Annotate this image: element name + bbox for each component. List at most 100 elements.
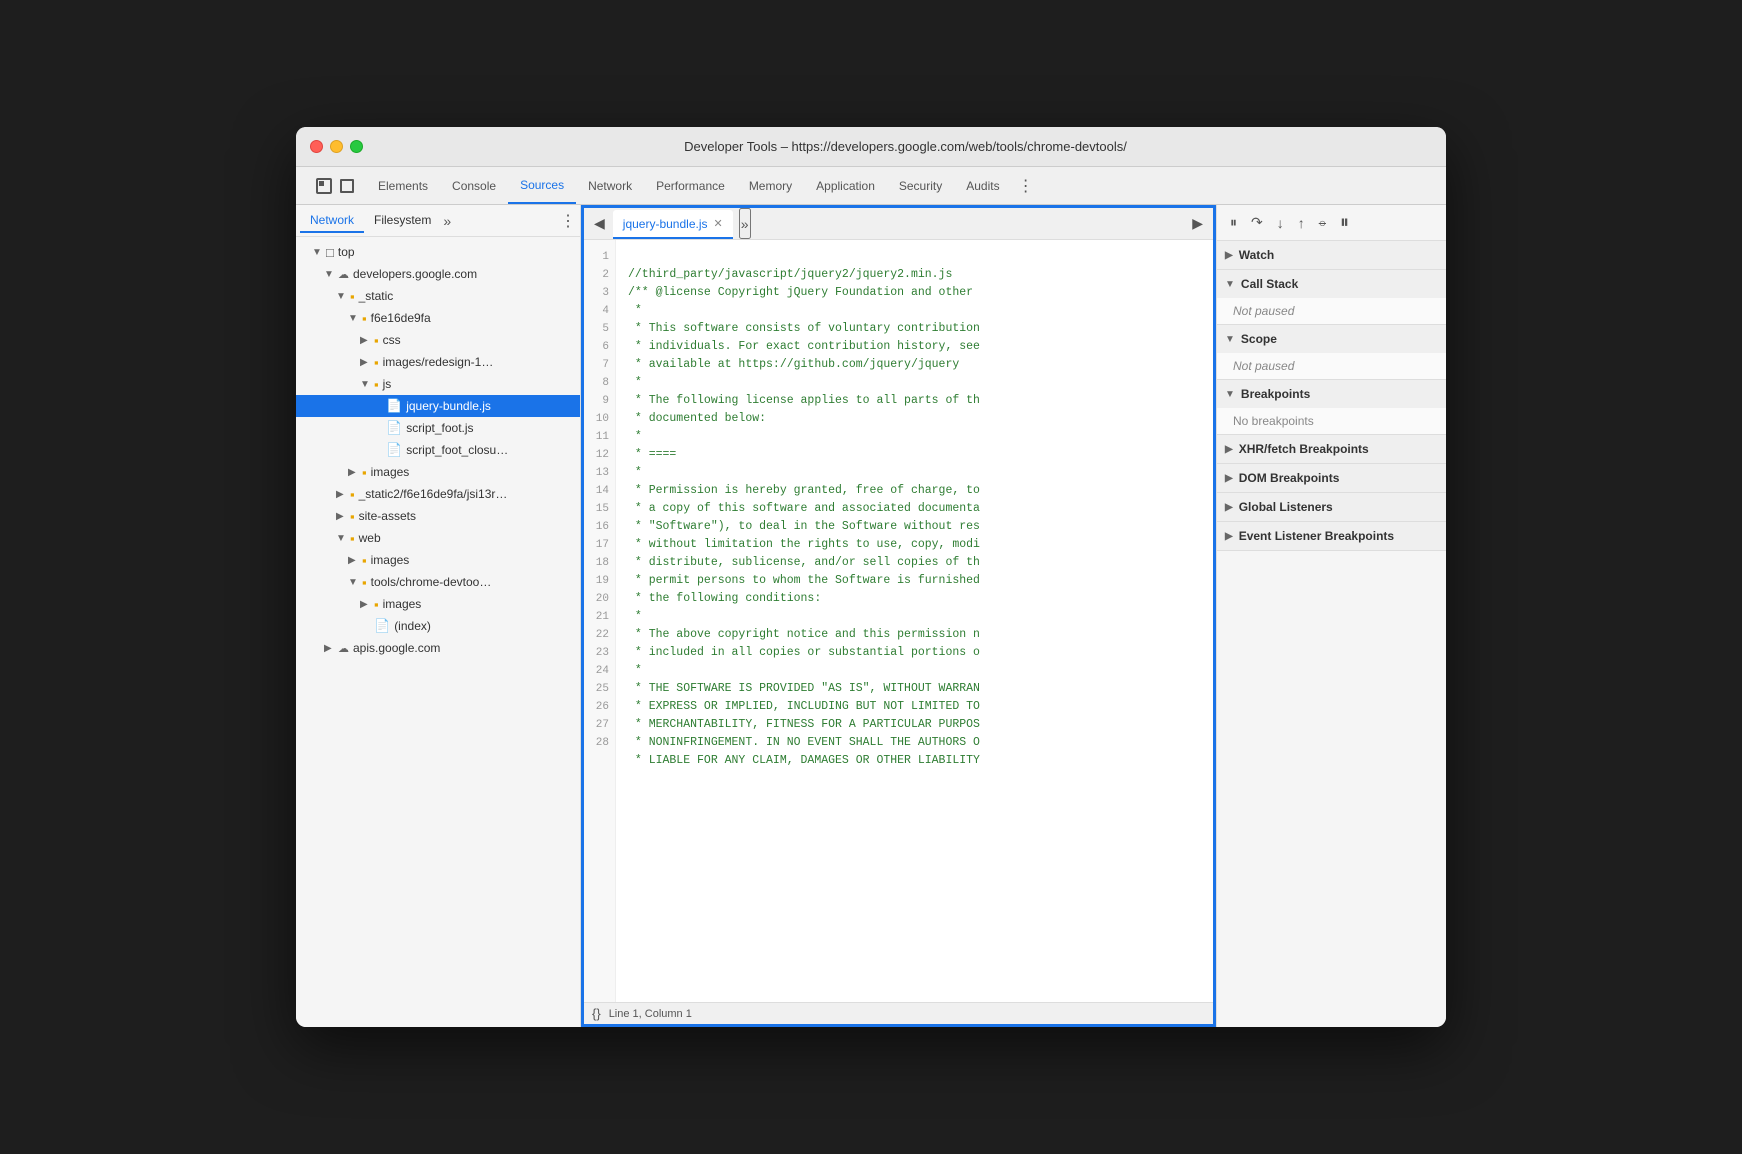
- minimize-button[interactable]: [330, 140, 343, 153]
- pause-exceptions-button[interactable]: ⏸: [1335, 209, 1354, 236]
- tree-label-web-images: images: [371, 553, 410, 567]
- scope-label: Scope: [1241, 332, 1277, 346]
- folder-icon-static2: ▪: [350, 487, 355, 502]
- breakpoints-header[interactable]: ▼ Breakpoints: [1217, 380, 1446, 408]
- tree-item-site-assets[interactable]: ▶ ▪ site-assets: [296, 505, 580, 527]
- tree-item-images-redesign[interactable]: ▶ ▪ images/redesign-1…: [296, 351, 580, 373]
- deactivate-button[interactable]: ○: [1314, 213, 1331, 233]
- tree-item-tools[interactable]: ▼ ▪ tools/chrome-devtoo…: [296, 571, 580, 593]
- left-panel: Network Filesystem » ⋮ ▼ □ top ▼ ☁: [296, 205, 581, 1027]
- file-tree: ▼ □ top ▼ ☁ developers.google.com ▼ ▪ _s…: [296, 237, 580, 1027]
- tree-arrow-web-images: ▶: [348, 555, 362, 566]
- tree-item-web[interactable]: ▼ ▪ web: [296, 527, 580, 549]
- breakpoints-status: No breakpoints: [1217, 408, 1446, 434]
- tree-arrow-developers: ▼: [324, 269, 338, 280]
- tab-audits[interactable]: Audits: [954, 167, 1011, 204]
- tree-label-static2: _static2/f6e16de9fa/jsi13r…: [359, 487, 508, 501]
- sub-tab-network[interactable]: Network: [300, 209, 364, 233]
- tree-arrow-tools-images: ▶: [360, 599, 374, 610]
- tree-label-images-redesign: images/redesign-1…: [383, 355, 494, 369]
- tree-item-static2[interactable]: ▶ ▪ _static2/f6e16de9fa/jsi13r…: [296, 483, 580, 505]
- event-listener-header[interactable]: ▶ Event Listener Breakpoints: [1217, 522, 1446, 550]
- tree-item-script-foot-closure[interactable]: ▶ 📄 script_foot_closu…: [296, 439, 580, 461]
- global-arrow-icon: ▶: [1225, 502, 1233, 513]
- tab-memory[interactable]: Memory: [737, 167, 804, 204]
- tree-item-static[interactable]: ▼ ▪ _static: [296, 285, 580, 307]
- tab-icons[interactable]: [304, 167, 366, 204]
- tab-security[interactable]: Security: [887, 167, 954, 204]
- tree-item-tools-images[interactable]: ▶ ▪ images: [296, 593, 580, 615]
- sub-tab-more-button[interactable]: »: [443, 213, 451, 229]
- editor-play-button[interactable]: ▶: [1186, 208, 1209, 239]
- tree-item-apis[interactable]: ▶ ☁ apis.google.com: [296, 637, 580, 659]
- event-listener-label: Event Listener Breakpoints: [1239, 529, 1394, 543]
- tree-label-top: top: [338, 245, 355, 259]
- tree-arrow-top: ▼: [312, 247, 326, 258]
- sub-tab-filesystem[interactable]: Filesystem: [364, 209, 441, 233]
- call-stack-status: Not paused: [1217, 298, 1446, 324]
- pretty-print-button[interactable]: {}: [592, 1006, 601, 1021]
- tree-label-apis: apis.google.com: [353, 641, 440, 655]
- editor-tab-more-button[interactable]: »: [739, 208, 751, 239]
- cloud-icon-developers: ☁: [338, 268, 349, 281]
- file-icon-script-foot: 📄: [386, 420, 402, 436]
- tab-performance[interactable]: Performance: [644, 167, 737, 204]
- tab-network[interactable]: Network: [576, 167, 644, 204]
- sub-tabs-bar: Network Filesystem » ⋮: [296, 205, 580, 237]
- editor-tab-label: jquery-bundle.js: [623, 217, 708, 231]
- tree-item-images-inner[interactable]: ▶ ▪ images: [296, 461, 580, 483]
- event-arrow-icon: ▶: [1225, 531, 1233, 542]
- tab-sources[interactable]: Sources: [508, 167, 576, 204]
- debugger-panel: ⏸ ↷ ↓ ↑ ○ ⏸ ▶ Watch ▼ Call Stack: [1216, 205, 1446, 1027]
- dom-breakpoints-header[interactable]: ▶ DOM Breakpoints: [1217, 464, 1446, 492]
- tree-item-css[interactable]: ▶ ▪ css: [296, 329, 580, 351]
- tree-item-top[interactable]: ▼ □ top: [296, 241, 580, 263]
- tree-arrow-images-inner: ▶: [348, 467, 362, 478]
- editor-tabs-bar: ◀ jquery-bundle.js ✕ » ▶: [584, 208, 1213, 240]
- tree-item-jquery-bundle[interactable]: ▶ 📄 jquery-bundle.js: [296, 395, 580, 417]
- breakpoints-arrow-icon: ▼: [1225, 389, 1235, 400]
- tree-item-web-images[interactable]: ▶ ▪ images: [296, 549, 580, 571]
- pause-button[interactable]: ⏸: [1225, 211, 1242, 234]
- tabs-more-button[interactable]: ⋮: [1012, 167, 1040, 204]
- dom-arrow-icon: ▶: [1225, 473, 1233, 484]
- editor-back-button[interactable]: ◀: [588, 208, 611, 239]
- global-listeners-header[interactable]: ▶ Global Listeners: [1217, 493, 1446, 521]
- step-into-button[interactable]: ↓: [1272, 212, 1289, 234]
- xhr-breakpoints-header[interactable]: ▶ XHR/fetch Breakpoints: [1217, 435, 1446, 463]
- scope-header[interactable]: ▼ Scope: [1217, 325, 1446, 353]
- folder-icon-site-assets: ▪: [350, 509, 355, 524]
- file-icon-jquery: 📄: [386, 398, 402, 414]
- editor-tab-close-button[interactable]: ✕: [714, 217, 723, 230]
- main-content: Network Filesystem » ⋮ ▼ □ top ▼ ☁: [296, 205, 1446, 1027]
- folder-icon-tools-images: ▪: [374, 597, 379, 612]
- tab-console[interactable]: Console: [440, 167, 508, 204]
- code-area[interactable]: 12345 678910 1112131415 1617181920 21222…: [584, 240, 1213, 1002]
- breakpoints-label: Breakpoints: [1241, 387, 1310, 401]
- folder-icon-images-inner: ▪: [362, 465, 367, 480]
- sub-tab-menu-button[interactable]: ⋮: [560, 211, 576, 231]
- global-listeners-section: ▶ Global Listeners: [1217, 493, 1446, 522]
- editor-tab-jquery[interactable]: jquery-bundle.js ✕: [613, 210, 733, 239]
- folder-icon-css: ▪: [374, 333, 379, 348]
- tree-label-hash: f6e16de9fa: [371, 311, 431, 325]
- devtools-window: Developer Tools – https://developers.goo…: [296, 127, 1446, 1027]
- tab-elements[interactable]: Elements: [366, 167, 440, 204]
- tree-item-developers[interactable]: ▼ ☁ developers.google.com: [296, 263, 580, 285]
- tree-label-site-assets: site-assets: [359, 509, 416, 523]
- tree-item-hash[interactable]: ▼ ▪ f6e16de9fa: [296, 307, 580, 329]
- tab-application[interactable]: Application: [804, 167, 887, 204]
- step-over-button[interactable]: ↷: [1246, 211, 1268, 234]
- cursor-position: Line 1, Column 1: [609, 1008, 692, 1020]
- tree-item-index[interactable]: ▶ 📄 (index): [296, 615, 580, 637]
- tree-label-web: web: [359, 531, 381, 545]
- code-editor-panel: ◀ jquery-bundle.js ✕ » ▶ 12345 678910 11…: [581, 205, 1216, 1027]
- step-out-button[interactable]: ↑: [1293, 212, 1310, 234]
- watch-header[interactable]: ▶ Watch: [1217, 241, 1446, 269]
- tree-item-script-foot[interactable]: ▶ 📄 script_foot.js: [296, 417, 580, 439]
- call-stack-header[interactable]: ▼ Call Stack: [1217, 270, 1446, 298]
- tree-arrow-images-redesign: ▶: [360, 357, 374, 368]
- tree-item-js[interactable]: ▼ ▪ js: [296, 373, 580, 395]
- maximize-button[interactable]: [350, 140, 363, 153]
- close-button[interactable]: [310, 140, 323, 153]
